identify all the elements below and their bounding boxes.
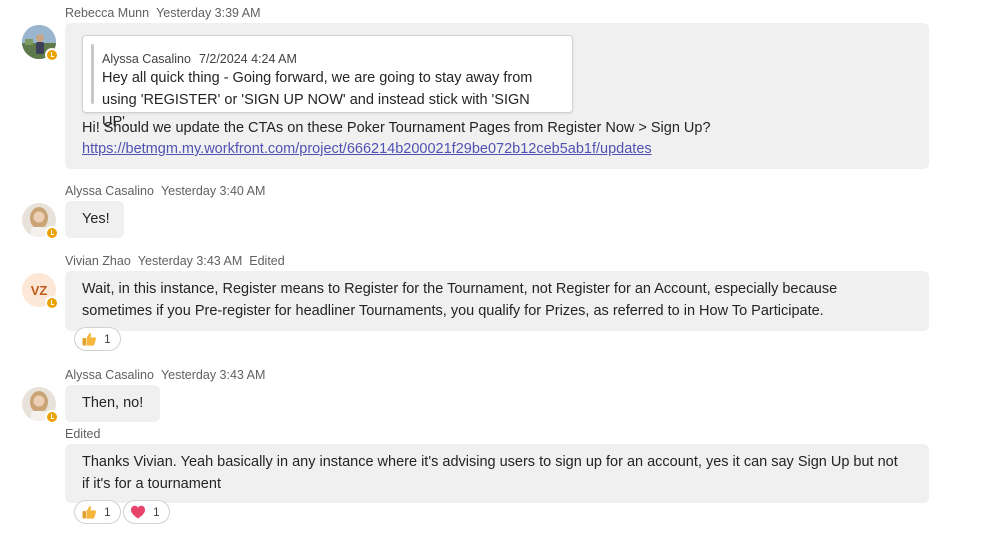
quote-timestamp: 7/2/2024 4:24 AM bbox=[198, 52, 297, 66]
message-bubble[interactable]: Alyssa Casalino 7/2/2024 4:24 AM Hey all … bbox=[65, 23, 929, 169]
reaction-like[interactable]: 1 bbox=[74, 327, 121, 351]
thumbs-up-icon bbox=[82, 333, 96, 346]
author-name: Vivian Zhao bbox=[65, 254, 131, 268]
message-line: Thanks Vivian. Yeah basically in any ins… bbox=[82, 454, 898, 470]
author-name: Rebecca Munn bbox=[65, 6, 150, 20]
reaction-heart[interactable]: 1 bbox=[123, 500, 170, 524]
reaction-count: 1 bbox=[104, 332, 111, 346]
quoted-message[interactable]: Alyssa Casalino 7/2/2024 4:24 AM Hey all … bbox=[82, 35, 573, 130]
message-bubble[interactable]: Then, no! bbox=[65, 385, 160, 422]
quote-line: Hey all quick thing - Going forward, we … bbox=[102, 70, 533, 86]
message-line: Wait, in this instance, Register means t… bbox=[82, 281, 838, 297]
quote-bar bbox=[91, 44, 94, 104]
message-text: Hi! Should we update the CTAs on these P… bbox=[82, 120, 711, 136]
message-header: Vivian Zhao Yesterday 3:43 AM Edited bbox=[65, 254, 285, 268]
thumbs-up-icon bbox=[82, 506, 96, 519]
away-status-icon bbox=[45, 226, 59, 240]
message-text: Thanks Vivian. Yeah basically in any ins… bbox=[82, 451, 898, 495]
message-text: Yes! bbox=[82, 211, 110, 227]
message-text: Wait, in this instance, Register means t… bbox=[82, 278, 837, 322]
message-bubble[interactable]: Thanks Vivian. Yeah basically in any ins… bbox=[65, 444, 929, 503]
author-name: Alyssa Casalino bbox=[65, 184, 154, 198]
reaction-count: 1 bbox=[153, 505, 160, 519]
message-header: Rebecca Munn Yesterday 3:39 AM bbox=[65, 6, 261, 20]
workfront-link[interactable]: https://betmgm.my.workfront.com/project/… bbox=[82, 138, 652, 160]
timestamp: Yesterday 3:39 AM bbox=[156, 6, 261, 20]
away-status-icon bbox=[45, 410, 59, 424]
reaction-like[interactable]: 1 bbox=[74, 500, 121, 524]
edited-label: Edited bbox=[249, 254, 285, 268]
message-header: Alyssa Casalino Yesterday 3:40 AM bbox=[65, 184, 265, 198]
away-status-icon bbox=[45, 296, 59, 310]
message-text: Then, no! bbox=[82, 395, 144, 411]
quote-author: Alyssa Casalino bbox=[102, 52, 191, 66]
timestamp: Yesterday 3:40 AM bbox=[160, 184, 266, 198]
message-bubble[interactable]: Wait, in this instance, Register means t… bbox=[65, 271, 929, 331]
reaction-count: 1 bbox=[104, 505, 111, 519]
heart-icon bbox=[131, 505, 145, 519]
message-header: Alyssa Casalino Yesterday 3:43 AM bbox=[65, 368, 265, 382]
edited-label: Edited bbox=[65, 427, 101, 441]
author-name: Alyssa Casalino bbox=[65, 368, 154, 382]
message-bubble[interactable]: Yes! bbox=[65, 201, 124, 238]
message-line: sometimes if you Pre-register for headli… bbox=[82, 303, 824, 319]
timestamp: Yesterday 3:43 AM bbox=[160, 368, 266, 382]
away-status-icon bbox=[45, 48, 59, 62]
timestamp: Yesterday 3:43 AM bbox=[137, 254, 243, 268]
message-line: if it's for a tournament bbox=[82, 476, 221, 492]
